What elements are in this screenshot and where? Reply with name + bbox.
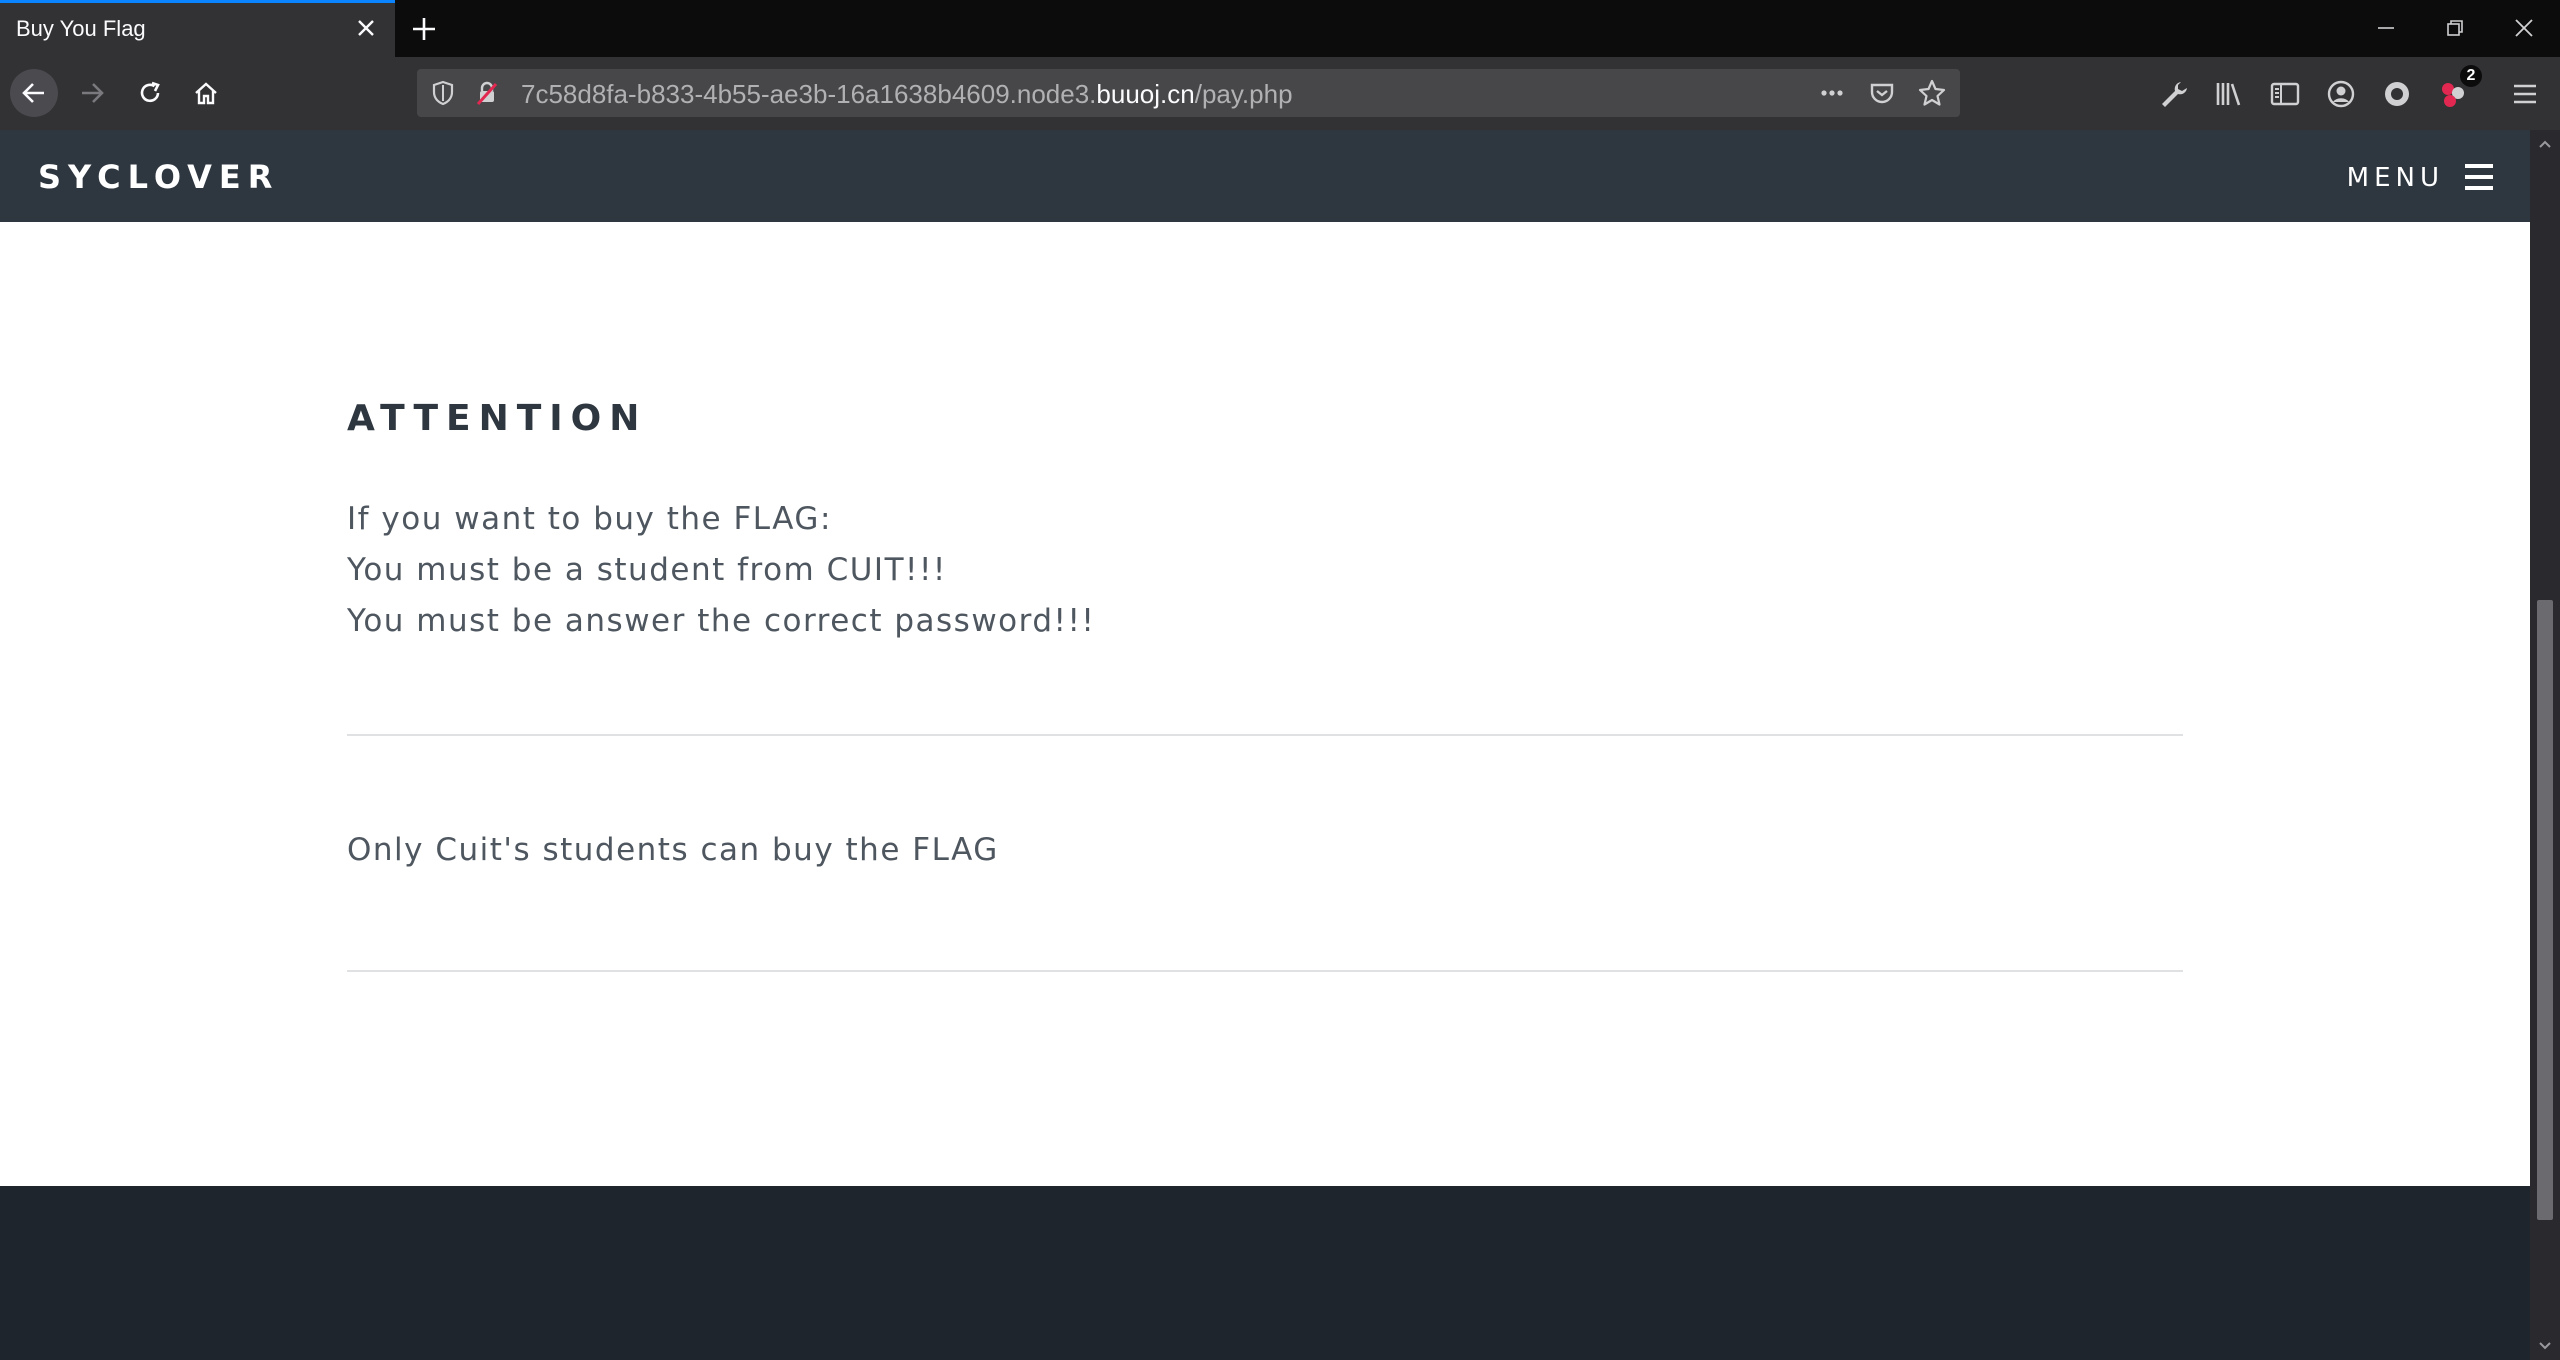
reload-button[interactable] [126,69,174,117]
star-icon[interactable] [1917,78,1947,108]
menu-icon [2465,164,2493,190]
shield-icon[interactable] [428,78,458,108]
menu-button[interactable]: MENU [2296,160,2496,194]
attention-line: You must be a student from CUIT!!! [347,552,947,588]
chevron-down-icon[interactable] [2535,1336,2555,1356]
page-scrollbar[interactable] [2530,130,2560,1360]
arrow-left-icon [22,83,44,103]
account-icon[interactable] [2324,77,2358,111]
divider [347,970,2183,972]
library-icon[interactable] [2212,77,2246,111]
minimize-icon[interactable] [2368,12,2404,44]
url-text: 7c58d8fa-b833-4b55-ae3b-16a1638b4609.nod… [521,80,1293,108]
page-viewport: SYCLOVER MENU ATTENTION If you want to b… [0,130,2530,1360]
nav-toolbar: 7c58d8fa-b833-4b55-ae3b-16a1638b4609.nod… [0,57,2560,130]
menu-label: MENU [2346,163,2444,193]
site-footer [0,1186,2530,1360]
status-message: Only Cuit's students can buy the FLAG [347,832,999,868]
tab-title: Buy You Flag [16,16,146,41]
arrow-right-icon [82,83,104,103]
attention-line: You must be answer the correct password!… [347,603,1096,639]
hamburger-icon[interactable] [2508,77,2542,111]
chevron-up-icon[interactable] [2535,134,2555,154]
forward-button[interactable] [68,69,116,117]
pocket-icon[interactable] [1867,78,1897,108]
scrollbar-thumb[interactable] [2537,600,2553,1220]
url-prefix: 7c58d8fa-b833-4b55-ae3b-16a1638b4609.nod… [521,79,1097,109]
attention-line: If you want to buy the FLAG: [347,501,832,537]
wrench-icon[interactable] [2156,77,2190,111]
tab-strip: Buy You Flag [0,0,2560,57]
url-bar[interactable]: 7c58d8fa-b833-4b55-ae3b-16a1638b4609.nod… [417,69,1960,117]
ellipsis-icon[interactable] [1817,78,1847,108]
sidebar-icon[interactable] [2268,77,2302,111]
notification-badge: 2 [2460,65,2482,87]
site-brand[interactable]: SYCLOVER [38,158,279,196]
divider [347,734,2183,736]
main-content: ATTENTION If you want to buy the FLAG: Y… [0,222,2530,1186]
home-icon [195,82,217,105]
lock-slash-icon[interactable] [472,78,502,108]
site-header: SYCLOVER MENU [0,130,2530,222]
plus-icon[interactable] [408,13,440,45]
window-close-icon[interactable] [2506,12,2542,44]
attention-text: If you want to buy the FLAG: You must be… [347,494,1095,647]
tab-accent-line [0,0,395,3]
reload-icon [140,81,160,103]
home-button[interactable] [182,69,230,117]
url-path: /pay.php [1194,79,1293,109]
circle-icon[interactable] [2380,77,2414,111]
url-domain: buuoj.cn [1096,79,1195,109]
close-icon[interactable] [351,13,381,43]
back-button[interactable] [10,69,58,117]
restore-icon[interactable] [2437,12,2473,44]
active-tab[interactable]: Buy You Flag [0,0,395,57]
attention-heading: ATTENTION [347,398,648,439]
